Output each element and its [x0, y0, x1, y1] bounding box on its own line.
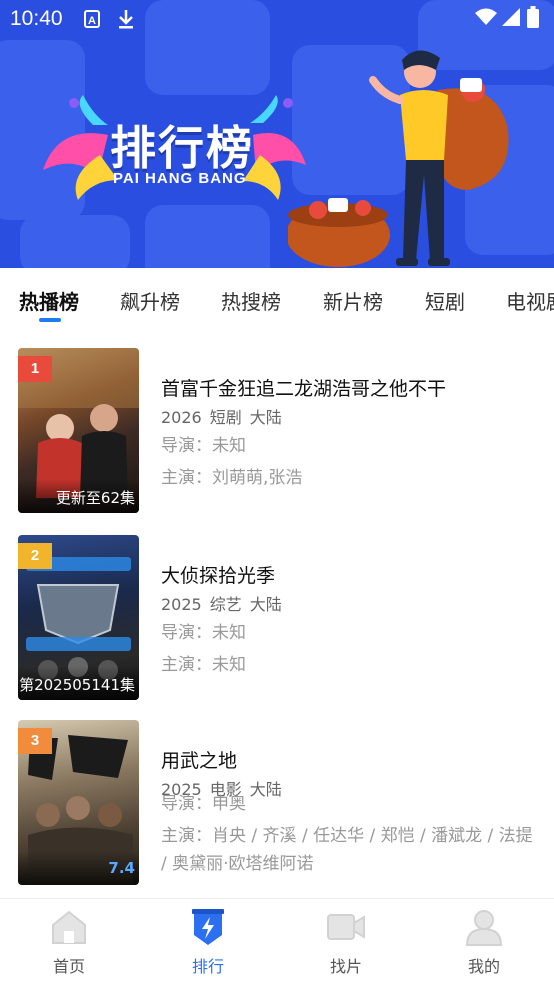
nav-label-home: 首页	[52, 957, 85, 976]
banner-title: 排行榜	[110, 121, 254, 175]
poster-image[interactable]: 3 7.4	[18, 720, 139, 885]
status-time: 10:40	[10, 7, 63, 30]
item-title[interactable]: 大侦探拾光季	[161, 561, 275, 588]
tab-tv-series[interactable]: 电视剧	[506, 286, 554, 315]
nav-label-ranking: 排行	[191, 957, 224, 976]
item-year: 2025	[161, 595, 202, 614]
tab-hot-search[interactable]: 热搜榜	[221, 286, 281, 315]
item-year: 2026	[161, 408, 202, 427]
list-item[interactable]: 3 7.4 用武之地 2025 电影 大陆 导演：申奥 主演：肖央 / 齐溪 / 任…	[0, 720, 554, 890]
nav-home[interactable]: 首页	[29, 907, 109, 977]
poster-image[interactable]: 1 更新至62集	[18, 348, 139, 513]
battery-icon	[527, 6, 539, 28]
rank-badge: 3	[18, 728, 52, 754]
banner-subtitle: PAI HANG BANG	[113, 170, 247, 187]
rank-badge: 2	[18, 543, 52, 569]
wifi-icon	[475, 8, 497, 25]
bottom-navigation: 首页 排行 找片 我的	[0, 898, 554, 984]
ranking-shield-icon	[192, 909, 224, 945]
status-bar: 10:40 A	[0, 0, 554, 38]
item-title[interactable]: 用武之地	[161, 746, 237, 773]
download-icon	[119, 10, 133, 29]
item-meta: 2026 短剧 大陆	[161, 404, 290, 428]
item-cast: 主演：未知	[161, 655, 246, 675]
item-genre: 综艺	[209, 595, 242, 614]
nav-label-profile: 我的	[467, 957, 500, 976]
item-title[interactable]: 首富千金狂追二龙湖浩哥之他不干	[161, 374, 446, 401]
episode-caption: 第202505141集	[18, 666, 139, 700]
video-camera-icon	[327, 914, 365, 940]
item-director: 导演：未知	[161, 623, 246, 643]
item-region: 大陆	[249, 408, 282, 427]
active-tab-indicator	[39, 318, 61, 322]
item-region: 大陆	[249, 595, 282, 614]
item-director: 导演：未知	[161, 436, 246, 456]
item-cast: 主演：刘萌萌,张浩	[161, 468, 303, 488]
tab-short-drama[interactable]: 短剧	[425, 286, 465, 315]
rating-caption: 7.4	[18, 851, 139, 885]
signal-icon	[502, 8, 520, 26]
tab-new-release[interactable]: 新片榜	[323, 286, 383, 315]
list-item[interactable]: 1 更新至62集 首富千金狂追二龙湖浩哥之他不干 2026 短剧 大陆 导演：未知 …	[0, 348, 554, 518]
list-item[interactable]: 2 第202505141集 大侦探拾光季 2025 综艺 大陆 导演：未知 主演：未…	[0, 535, 554, 705]
item-genre: 短剧	[209, 408, 242, 427]
item-meta: 2025 综艺 大陆	[161, 591, 290, 615]
episode-caption: 更新至62集	[18, 479, 139, 513]
home-icon	[52, 910, 86, 944]
poster-image[interactable]: 2 第202505141集	[18, 535, 139, 700]
keyboard-a-icon: A	[84, 10, 100, 28]
nav-profile[interactable]: 我的	[444, 907, 524, 977]
nav-find-movies[interactable]: 找片	[306, 907, 386, 977]
ranking-tabs: 热播榜 飙升榜 热搜榜 新片榜 短剧 电视剧	[0, 268, 554, 326]
rank-badge: 1	[18, 356, 52, 382]
tab-rising[interactable]: 飙升榜	[120, 286, 180, 315]
ranking-banner: 10:40 A 排行榜 PAI HANG BANG	[0, 0, 554, 268]
tab-hot-play[interactable]: 热播榜	[19, 286, 79, 315]
user-profile-icon	[465, 910, 503, 946]
nav-ranking[interactable]: 排行	[168, 907, 248, 977]
nav-label-find: 找片	[329, 957, 362, 976]
svg-text:A: A	[88, 15, 96, 27]
item-director: 导演：申奥	[161, 794, 246, 814]
mascot-illustration	[288, 50, 509, 267]
item-cast: 主演：肖央 / 齐溪 / 任达华 / 郑恺 / 潘斌龙 / 法提 / 奥黛丽·欧…	[161, 826, 533, 874]
